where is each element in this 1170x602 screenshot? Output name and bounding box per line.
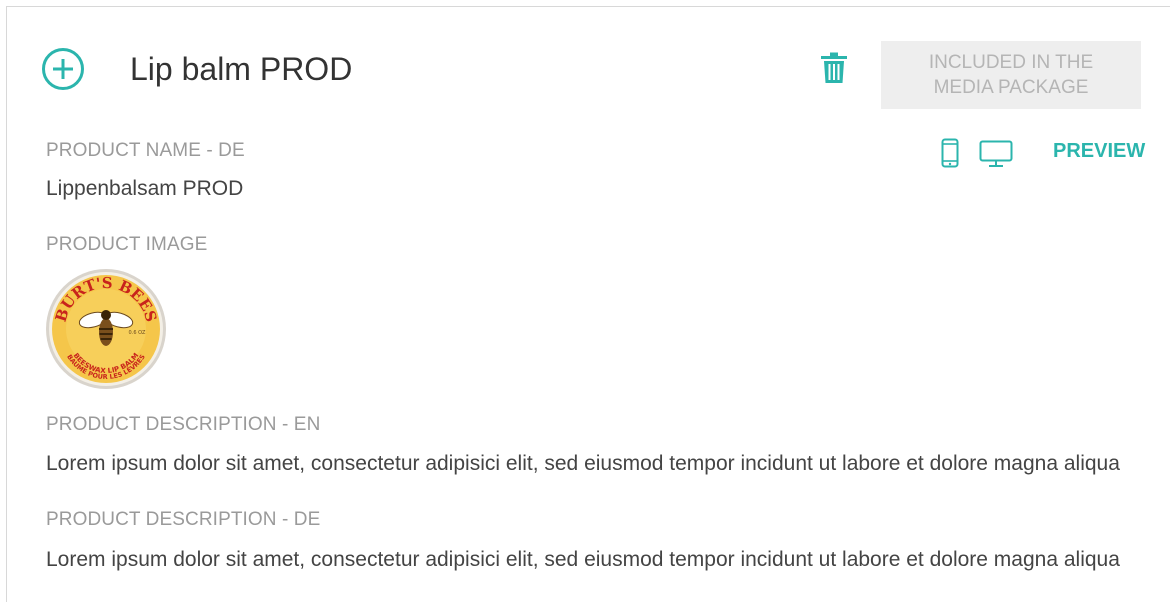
desktop-icon[interactable]	[979, 140, 1013, 168]
product-description-en-value: Lorem ipsum dolor sit amet, consectetur …	[46, 452, 1120, 475]
weight-lettering: 0.6 OZ	[129, 330, 146, 336]
page-title: Lip balm PROD	[130, 51, 353, 87]
preview-link[interactable]: PREVIEW	[1053, 140, 1145, 163]
badge-line-2: MEDIA PACKAGE	[933, 77, 1089, 98]
product-name-de-label: PRODUCT NAME - DE	[46, 140, 245, 161]
product-card: Lip balm PROD INCLUDED IN THE MEDIA PACK…	[6, 6, 1170, 602]
badge-line-1: INCLUDED IN THE	[928, 52, 1094, 73]
trash-icon[interactable]	[820, 52, 848, 84]
product-image: BURT'S BEES BEESWAX LIP BALM BAUME POUR …	[46, 269, 166, 389]
add-circle-icon[interactable]	[41, 47, 85, 91]
mobile-icon[interactable]	[941, 138, 959, 168]
product-image-label: PRODUCT IMAGE	[46, 234, 208, 255]
product-description-de-value: Lorem ipsum dolor sit amet, consectetur …	[46, 548, 1120, 571]
product-description-de-label: PRODUCT DESCRIPTION - DE	[46, 509, 321, 530]
product-name-de-value: Lippenbalsam PROD	[46, 177, 244, 200]
product-description-en-label: PRODUCT DESCRIPTION - EN	[46, 414, 321, 435]
media-package-badge: INCLUDED IN THE MEDIA PACKAGE	[881, 41, 1141, 109]
